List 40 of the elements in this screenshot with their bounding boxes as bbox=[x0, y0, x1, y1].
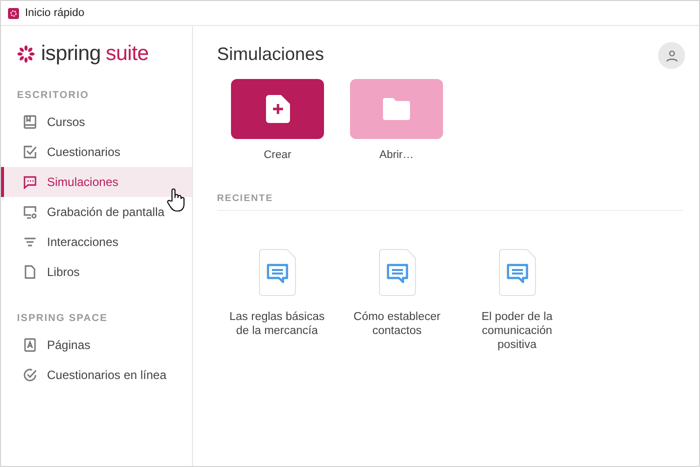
user-icon bbox=[666, 50, 678, 62]
book-icon bbox=[23, 115, 37, 129]
app-icon bbox=[8, 8, 19, 18]
sidebar-item[interactable]: Páginas bbox=[1, 330, 192, 360]
folder-icon bbox=[383, 98, 410, 120]
lines-icon bbox=[23, 235, 37, 249]
document-chat-icon[interactable] bbox=[498, 249, 536, 296]
monitor-icon bbox=[23, 205, 37, 219]
create-button[interactable] bbox=[231, 79, 324, 139]
new-file-icon bbox=[266, 95, 290, 123]
sidebar-item[interactable]: Grabación de pantalla bbox=[1, 197, 192, 227]
hand-cursor-icon bbox=[167, 188, 187, 212]
logo-icon bbox=[17, 45, 35, 63]
logo-name: ispring bbox=[41, 42, 101, 66]
check-circle-icon bbox=[23, 368, 37, 382]
sidebar-item[interactable]: Cuestionarios en línea bbox=[1, 360, 192, 390]
user-avatar[interactable] bbox=[658, 42, 685, 69]
recent-file-title[interactable]: Cómo establecer contactos bbox=[343, 310, 451, 338]
sidebar-item[interactable]: Cuestionarios bbox=[1, 137, 192, 167]
chat-icon bbox=[23, 175, 37, 189]
sidebar-item[interactable]: Interacciones bbox=[1, 227, 192, 257]
open-button[interactable] bbox=[350, 79, 443, 139]
page-icon bbox=[23, 265, 37, 279]
section-heading: ISPRING SPACE bbox=[16, 313, 109, 324]
document-chat-icon[interactable] bbox=[378, 249, 416, 296]
sidebar-item[interactable]: Simulaciones bbox=[1, 167, 192, 197]
recent-file-title[interactable]: El poder de la comunicación positiva bbox=[463, 310, 571, 352]
letter-page-icon bbox=[23, 338, 37, 352]
document-chat-icon[interactable] bbox=[258, 249, 296, 296]
sidebar-item[interactable]: Cursos bbox=[1, 107, 192, 137]
logo-suffix: suite bbox=[106, 42, 149, 66]
page-title: Simulaciones bbox=[217, 44, 324, 65]
section-heading: ESCRITORIO bbox=[16, 90, 90, 101]
sidebar-item[interactable]: Libros bbox=[1, 257, 192, 287]
action-label: Abrir… bbox=[379, 149, 414, 161]
window-title: Inicio rápido bbox=[25, 7, 84, 19]
checkbox-icon bbox=[23, 145, 37, 159]
recent-file-title[interactable]: Las reglas básicas de la mercancía bbox=[223, 310, 331, 338]
section-heading: RECIENTE bbox=[217, 193, 683, 211]
action-label: Crear bbox=[264, 149, 292, 161]
